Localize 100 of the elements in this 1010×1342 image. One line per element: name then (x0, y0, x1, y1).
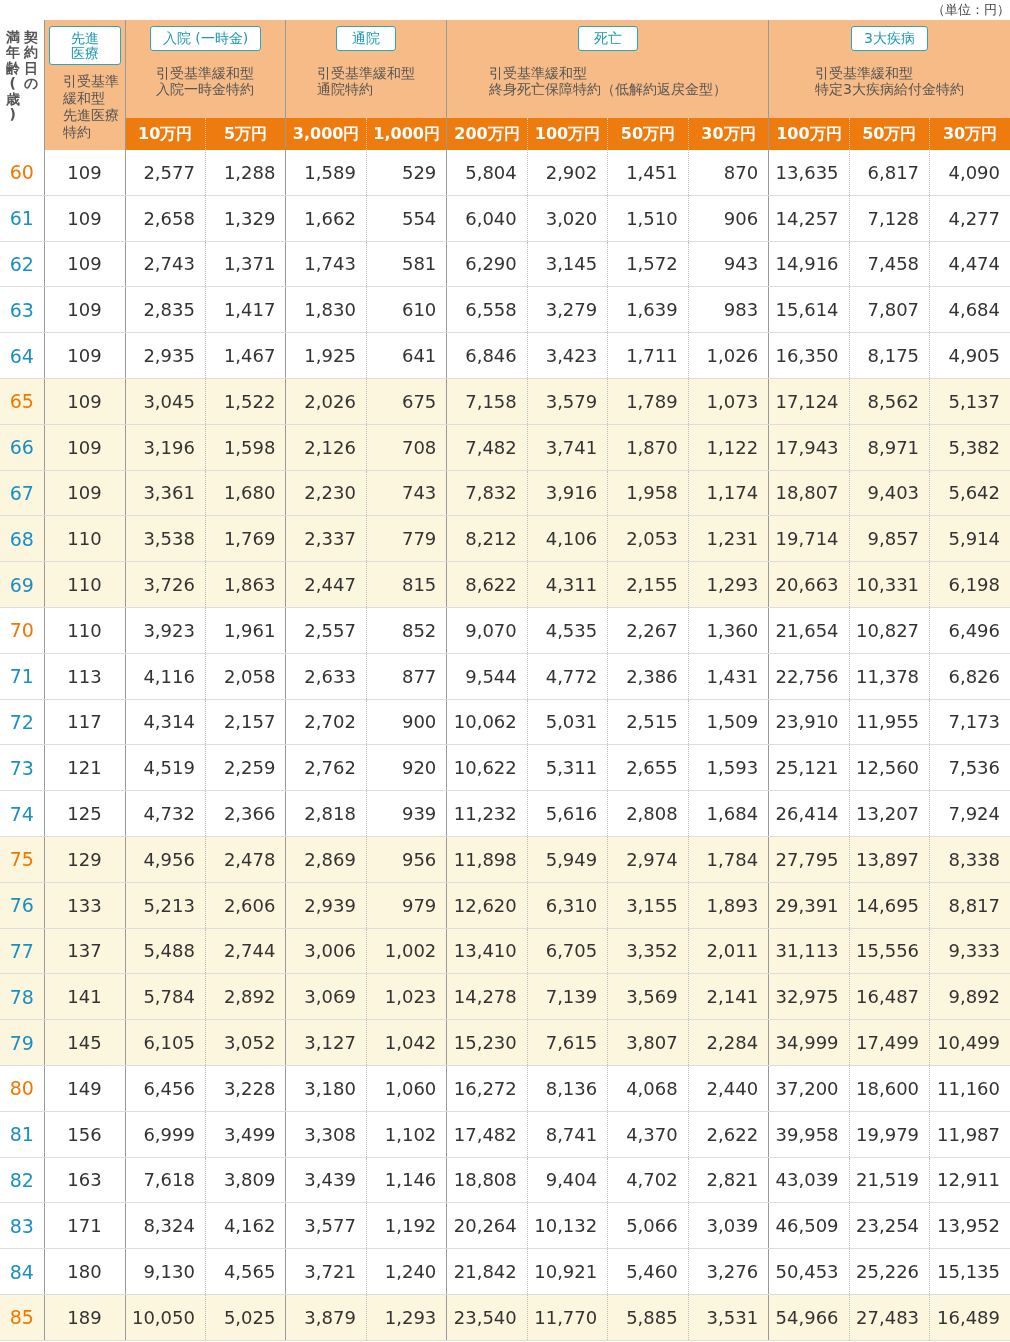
table-cell: 1,451 (607, 150, 689, 196)
table-cell: 1,598 (205, 424, 286, 471)
table-cell: 1,589 (285, 150, 367, 196)
column-header: 30万円 (688, 118, 769, 150)
table-cell: 5,642 (929, 470, 1010, 516)
table-cell: 6,040 (446, 195, 528, 242)
table-cell: 110 (44, 515, 125, 562)
table-cell: 16,487 (849, 973, 930, 1020)
table-cell: 2,762 (285, 744, 367, 791)
table-cell: 6,198 (929, 561, 1010, 608)
table-cell: 8,622 (446, 561, 528, 608)
table-cell: 6,999 (125, 1111, 206, 1158)
table-cell: 3,423 (527, 332, 608, 379)
table-cell: 11,898 (446, 836, 528, 883)
table-cell: 2,835 (125, 286, 206, 333)
table-cell: 877 (366, 653, 447, 700)
column-header: 引受基準緩和型 通院特約 (317, 64, 416, 99)
table-cell: 171 (44, 1202, 125, 1249)
table-cell: 7,128 (849, 195, 930, 242)
table-cell: 3,807 (607, 1019, 689, 1066)
table-cell: 110 (44, 607, 125, 654)
column-header: 満年齢(歳) (5, 30, 20, 123)
table-cell: 2,974 (607, 836, 689, 883)
table-cell: 37,200 (768, 1065, 850, 1112)
table-cell: 2,655 (607, 744, 689, 791)
table-cell: 113 (44, 653, 125, 700)
table-cell: 5,311 (527, 744, 608, 791)
table-cell: 3,538 (125, 515, 206, 562)
table-cell: 5,025 (205, 1294, 286, 1341)
table-cell: 43,039 (768, 1157, 850, 1203)
table-cell: 1,684 (688, 790, 769, 837)
table-cell: 7,458 (849, 241, 930, 287)
table-cell: 2,058 (205, 653, 286, 700)
table-cell: 10,827 (849, 607, 930, 654)
category-label: 入院 (一時金) (149, 26, 262, 51)
column-header: 5万円 (205, 118, 286, 150)
table-cell: 1,174 (688, 470, 769, 516)
table-cell: 641 (366, 332, 447, 379)
table-cell: 1,431 (688, 653, 769, 700)
table-cell: 1,958 (607, 470, 689, 516)
table-cell: 4,116 (125, 653, 206, 700)
table-cell: 1,467 (205, 332, 286, 379)
table-cell: 15,135 (929, 1248, 1010, 1295)
table-cell: 117 (44, 699, 125, 745)
table-cell: 25,121 (768, 744, 850, 791)
table-cell: 129 (44, 836, 125, 883)
table-cell: 8,562 (849, 378, 930, 425)
table-cell: 3,809 (205, 1157, 286, 1203)
table-cell: 2,267 (607, 607, 689, 654)
table-cell: 2,284 (688, 1019, 769, 1066)
column-header: 引受基準 緩和型 先進医療 特約 (62, 73, 119, 141)
age-cell: 68 (0, 515, 44, 562)
table-cell: 956 (366, 836, 447, 883)
table-cell: 23,254 (849, 1202, 930, 1249)
table-cell: 2,026 (285, 378, 367, 425)
table-cell: 4,068 (607, 1065, 689, 1112)
table-cell: 8,212 (446, 515, 528, 562)
table-cell: 39,958 (768, 1111, 850, 1158)
table-cell: 25,226 (849, 1248, 930, 1295)
table-cell: 2,702 (285, 699, 367, 745)
column-header: 200万円 (446, 118, 528, 150)
table-cell: 1,329 (205, 195, 286, 242)
age-cell: 80 (0, 1065, 44, 1112)
table-cell: 5,885 (607, 1294, 689, 1341)
table-cell: 110 (44, 561, 125, 608)
table-cell: 19,979 (849, 1111, 930, 1158)
table-cell: 920 (366, 744, 447, 791)
category-label: 通院 (336, 26, 397, 51)
table-cell: 26,414 (768, 790, 850, 837)
table-cell: 3,726 (125, 561, 206, 608)
table-cell: 939 (366, 790, 447, 837)
table-cell: 9,544 (446, 653, 528, 700)
table-cell: 3,531 (688, 1294, 769, 1341)
category-label: 3大疾病 (851, 26, 928, 51)
table-cell: 15,230 (446, 1019, 528, 1066)
table-cell: 2,808 (607, 790, 689, 837)
table-cell: 7,615 (527, 1019, 608, 1066)
table-cell: 6,705 (527, 928, 608, 974)
age-cell: 70 (0, 607, 44, 654)
table-cell: 8,817 (929, 882, 1010, 929)
table-cell: 3,721 (285, 1248, 367, 1295)
table-cell: 2,818 (285, 790, 367, 837)
age-cell: 85 (0, 1294, 44, 1341)
table-cell: 6,558 (446, 286, 528, 333)
age-cell: 82 (0, 1157, 44, 1203)
table-cell: 1,961 (205, 607, 286, 654)
table-cell: 5,137 (929, 378, 1010, 425)
table-cell: 10,132 (527, 1202, 608, 1249)
unit-note: （単位：円） (932, 1, 1010, 19)
table-cell: 27,795 (768, 836, 850, 883)
table-cell: 1,711 (607, 332, 689, 379)
table-cell: 5,784 (125, 973, 206, 1020)
age-cell: 81 (0, 1111, 44, 1158)
table-cell: 10,499 (929, 1019, 1010, 1066)
table-cell: 20,663 (768, 561, 850, 608)
table-cell: 16,350 (768, 332, 850, 379)
table-cell: 2,386 (607, 653, 689, 700)
table-cell: 7,139 (527, 973, 608, 1020)
column-header: 契約日の (23, 30, 38, 92)
table-cell: 708 (366, 424, 447, 471)
